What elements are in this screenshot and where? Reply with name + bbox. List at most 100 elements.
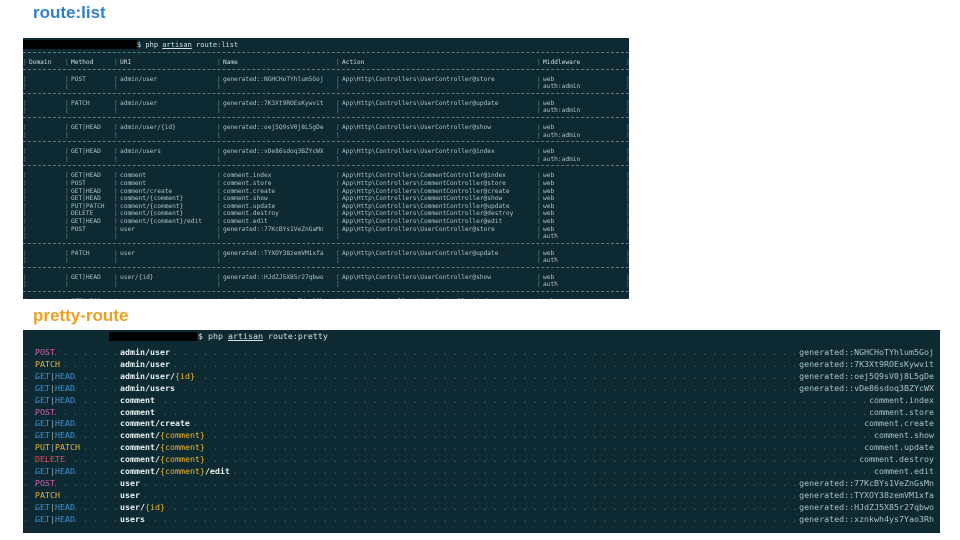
table-border: | [626,217,629,225]
table-separator [23,68,629,76]
table-border: | [23,273,27,281]
route-method: GET|HEAD [71,187,101,195]
route-action: App\Http\Controllers\UserController@inde… [342,298,495,299]
table-row: | | | | | | | GET|HEAD comment/{comment} comment.… [23,195,629,203]
method-post: POST [35,477,55,488]
table-border: | [626,75,629,83]
table-border: | [217,195,221,203]
route-method: GET|HEAD [35,430,75,440]
row-separator [23,141,629,148]
route-uri: admin/user [120,358,173,369]
route-name: generated::7K3Xt9ROEsKywvit [796,358,934,369]
route-action: App\Http\Controllers\UserController@inde… [342,148,495,156]
route-name: comment.update [861,442,934,453]
table-row: | | | | | | | PATCH admin/user generated::7K3Xt9R… [23,100,629,108]
pretty-route-row: . . . . . . . . . . . . . . . . . . . . … [23,466,940,477]
table-border: | [114,225,118,233]
route-uri: comment/create [120,187,173,195]
table-border: | [23,123,27,131]
table-border: | [537,233,541,241]
route-middleware: auth [543,257,558,265]
route-method: PATCH [71,249,90,257]
table-border: | [626,298,629,299]
method-post: POST [35,406,55,417]
route-uri: users [120,513,148,524]
route-uri: admin/users [120,382,178,393]
table-border: | [336,179,340,187]
table-row: | | | | | | | POST user generated::77KcBYs1VeZnGa… [23,226,629,234]
row-separator [23,266,629,274]
route-method: PATCH [35,490,60,500]
table-border: | [217,202,221,210]
route-name: generated::TYXOY38zemVM1xfa [796,489,934,500]
table-border: | [336,195,340,203]
route-action: App\Http\Controllers\CommentController@u… [342,202,510,210]
route-name: comment.store [866,406,934,417]
pretty-route-row: . . . . . . . . . . . . . . . . . . . . … [23,454,940,465]
table-border: | [217,148,221,156]
table-border: | [626,202,629,210]
route-uri: comment/{comment} [120,210,184,218]
table-border: | [217,249,221,257]
table-border: | [626,155,629,163]
table-border: | [537,155,541,163]
route-method: GET|HEAD [71,172,101,180]
route-action: App\Http\Controllers\CommentController@s… [342,195,503,203]
route-uri: comment/{comment}/edit [120,466,233,476]
route-uri: comment [120,394,158,405]
route-uri: admin/user/{id} [120,123,176,131]
table-border: | [537,195,541,203]
table-border: | [114,187,118,195]
uri-segment: user/ [120,501,145,512]
table-border: | [336,83,340,91]
table-row: | | | | | | | GET|HEAD admin/user/{id} generated:… [23,124,629,132]
route-middleware: auth:admin [543,107,581,115]
table-border: | [217,59,221,66]
table-row-continuation: | | | | | | | auth:admin [23,156,629,164]
route-method: GET|HEAD [71,273,101,281]
method-head: HEAD [55,418,75,429]
table-border: | [114,273,118,281]
table-border: | [65,298,69,299]
route-name: comment.show [223,195,268,203]
leader-dots: . . . . . . . . . . . . . . . . . . . . … [23,406,934,417]
route-uri: comment/create [120,418,193,429]
route-method: PATCH [71,99,90,107]
route-name: comment.create [223,187,276,195]
table-border: | [217,99,221,107]
table-border: | [65,217,69,225]
table-border: | [114,75,118,83]
table-border: | [336,273,340,281]
table-border: | [537,172,541,180]
route-middleware: auth:admin [543,83,581,91]
route-uri: user/{id} [120,273,154,281]
table-border: | [23,148,27,156]
table-border: | [537,273,541,281]
route-uri: users [120,298,139,299]
table-border: | [217,273,221,281]
uri-segment: comment [120,394,155,405]
route-name: comment.update [223,202,276,210]
route-action: App\Http\Controllers\UserController@upda… [342,249,499,257]
table-border: | [537,99,541,107]
table-border: | [537,249,541,257]
table-border: | [65,195,69,203]
uri-segment: user [120,477,140,488]
table-border: | [537,179,541,187]
table-border: | [65,131,69,139]
table-border: | [336,107,340,115]
route-method: POST [71,75,86,83]
table-row: | | | | | | | PATCH user generated::TYXOY38zemVM1… [23,250,629,258]
method-head: HEAD [55,466,75,476]
table-border: | [65,257,69,265]
table-border: | [65,179,69,187]
route-name: comment.create [861,418,934,429]
method-get: GET [35,466,50,476]
table-border: | [23,187,27,195]
table-row: | | | | | | | PUT|PATCH comment/{comment} comment… [23,203,629,211]
uri-parameter: {comment} [159,466,205,476]
table-border: | [217,107,221,115]
route-uri: user/{id} [120,501,168,512]
table-border: | [217,281,221,289]
route-middleware: web [543,217,555,225]
